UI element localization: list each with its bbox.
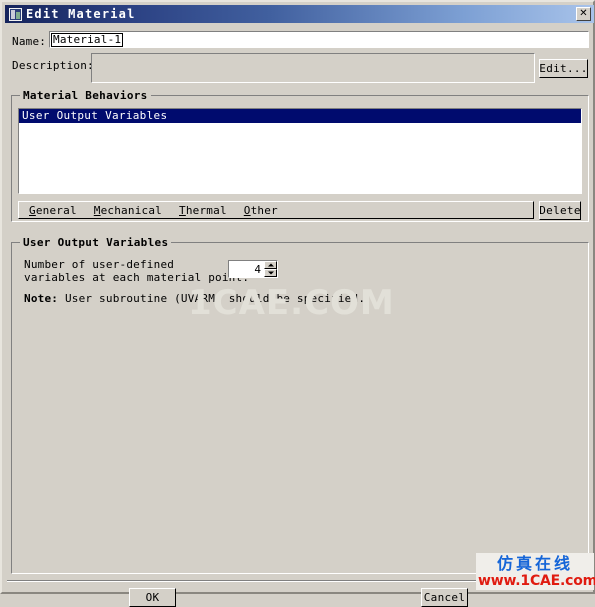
uov-prompt-line2: variables at each material point: (24, 271, 250, 284)
menu-item-other[interactable]: Other (244, 204, 278, 217)
name-input-value: Material-1 (51, 32, 124, 47)
cancel-button[interactable]: Cancel (421, 588, 468, 607)
menu-mnemonic-other: O (243, 203, 251, 217)
footer-divider (7, 580, 592, 582)
uov-note-label: Note: (24, 292, 59, 305)
uov-note: Note: User subroutine (UVARM) should be … (24, 292, 365, 305)
menu-item-thermal[interactable]: Thermal (179, 204, 227, 217)
name-input[interactable]: Material-1 (49, 31, 589, 48)
material-behaviors-list[interactable]: User Output Variables (18, 108, 582, 194)
ok-button[interactable]: OK (129, 588, 176, 607)
description-input[interactable] (91, 53, 535, 83)
behavior-menu-bar: General Mechanical Thermal Other (18, 201, 534, 219)
uov-prompt-line1: Number of user-defined (24, 258, 175, 271)
stepper-arrows (264, 261, 277, 277)
menu-rest-thermal: hermal (185, 203, 227, 217)
delete-button[interactable]: Delete (539, 201, 581, 220)
menu-rest-mechanical: echanical (100, 203, 162, 217)
description-label: Description: (12, 59, 94, 72)
uov-note-text: User subroutine (UVARM) should be specif… (58, 292, 366, 305)
user-output-variables-group-title: User Output Variables (20, 236, 172, 249)
uov-count-value: 4 (254, 262, 261, 276)
close-icon[interactable]: ✕ (576, 7, 591, 21)
menu-rest-general: eneral (35, 203, 77, 217)
menu-mnemonic-general: G (29, 203, 36, 217)
menu-item-mechanical[interactable]: Mechanical (94, 204, 162, 217)
menu-item-general[interactable]: General (29, 204, 77, 217)
list-item[interactable]: User Output Variables (19, 109, 581, 123)
material-behaviors-group-title: Material Behaviors (20, 89, 151, 102)
chevron-down-icon[interactable] (264, 269, 277, 277)
edit-description-button[interactable]: Edit... (539, 59, 588, 78)
window-title: Edit Material (26, 7, 136, 21)
material-icon (9, 7, 22, 21)
name-label: Name: (12, 35, 47, 48)
menu-rest-other: ther (250, 203, 278, 217)
title-bar: Edit Material ✕ (5, 5, 594, 23)
menu-mnemonic-thermal: T (179, 203, 186, 217)
chevron-up-icon[interactable] (264, 261, 277, 269)
uov-count-stepper[interactable]: 4 (228, 260, 278, 278)
edit-material-dialog: Edit Material ✕ Name: Material-1 Descrip… (0, 0, 595, 607)
menu-mnemonic-mechanical: M (93, 203, 101, 217)
